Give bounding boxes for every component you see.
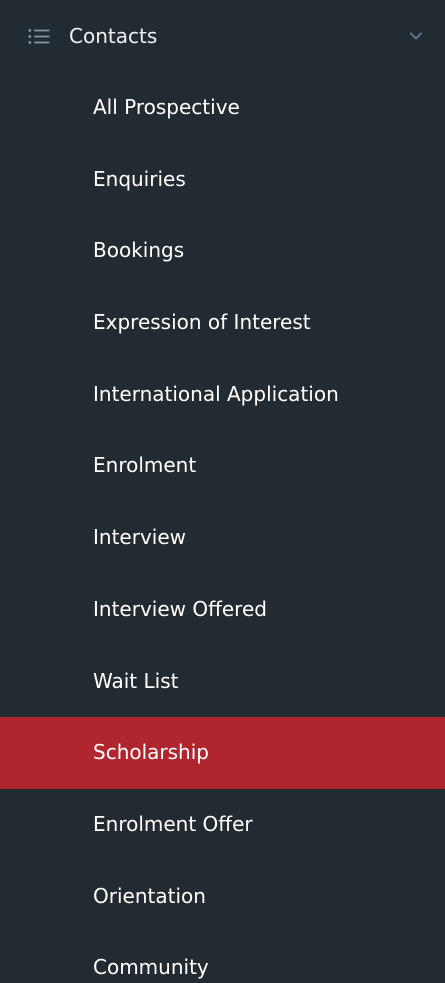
contacts-section-toggle[interactable]: Contacts xyxy=(0,0,445,72)
sidebar-item-bookings[interactable]: Bookings xyxy=(0,215,445,287)
sidebar-item-interview[interactable]: Interview xyxy=(0,502,445,574)
sidebar-item-label: All Prospective xyxy=(93,95,240,119)
sidebar-item-expression-of-interest[interactable]: Expression of Interest xyxy=(0,287,445,359)
sidebar-item-label: Enrolment xyxy=(93,453,197,478)
chevron-down-icon[interactable] xyxy=(409,31,423,41)
sidebar-item-label: Orientation xyxy=(93,883,206,908)
sidebar-item-international-application[interactable]: International Application xyxy=(0,359,445,431)
sidebar-item-label: Enquiries xyxy=(93,166,186,191)
sidebar-item-community[interactable]: Community xyxy=(0,932,445,983)
sidebar-item-enquiries[interactable]: Enquiries xyxy=(0,144,445,216)
sidebar-item-label: Community xyxy=(93,955,209,980)
sidebar-item-interview-offered[interactable]: Interview Offered xyxy=(0,574,445,646)
sidebar-item-label: Interview Offered xyxy=(93,596,267,621)
sidebar-item-orientation[interactable]: Orientation xyxy=(0,861,445,933)
list-icon xyxy=(28,29,50,44)
sidebar-item-enrolment[interactable]: Enrolment xyxy=(0,430,445,502)
sidebar-item-label: Expression of Interest xyxy=(93,310,311,335)
sidebar-item-label: International Application xyxy=(93,381,339,406)
sidebar-item-wait-list[interactable]: Wait List xyxy=(0,646,445,718)
sidebar-item-enrolment-offer[interactable]: Enrolment Offer xyxy=(0,789,445,861)
sidebar: Contacts All Prospective Enquiries Booki… xyxy=(0,0,445,983)
sidebar-item-all-prospective[interactable]: All Prospective xyxy=(0,72,445,144)
sidebar-item-label: Scholarship xyxy=(93,740,209,765)
sidebar-item-scholarship[interactable]: Scholarship xyxy=(0,717,445,789)
sidebar-item-label: Interview xyxy=(93,525,186,550)
sidebar-item-label: Bookings xyxy=(93,238,185,263)
sidebar-item-label: Enrolment Offer xyxy=(93,811,253,836)
contacts-submenu: All Prospective Enquiries Bookings Expre… xyxy=(0,72,445,983)
sidebar-item-label: Wait List xyxy=(93,668,179,693)
section-title: Contacts xyxy=(69,24,158,48)
